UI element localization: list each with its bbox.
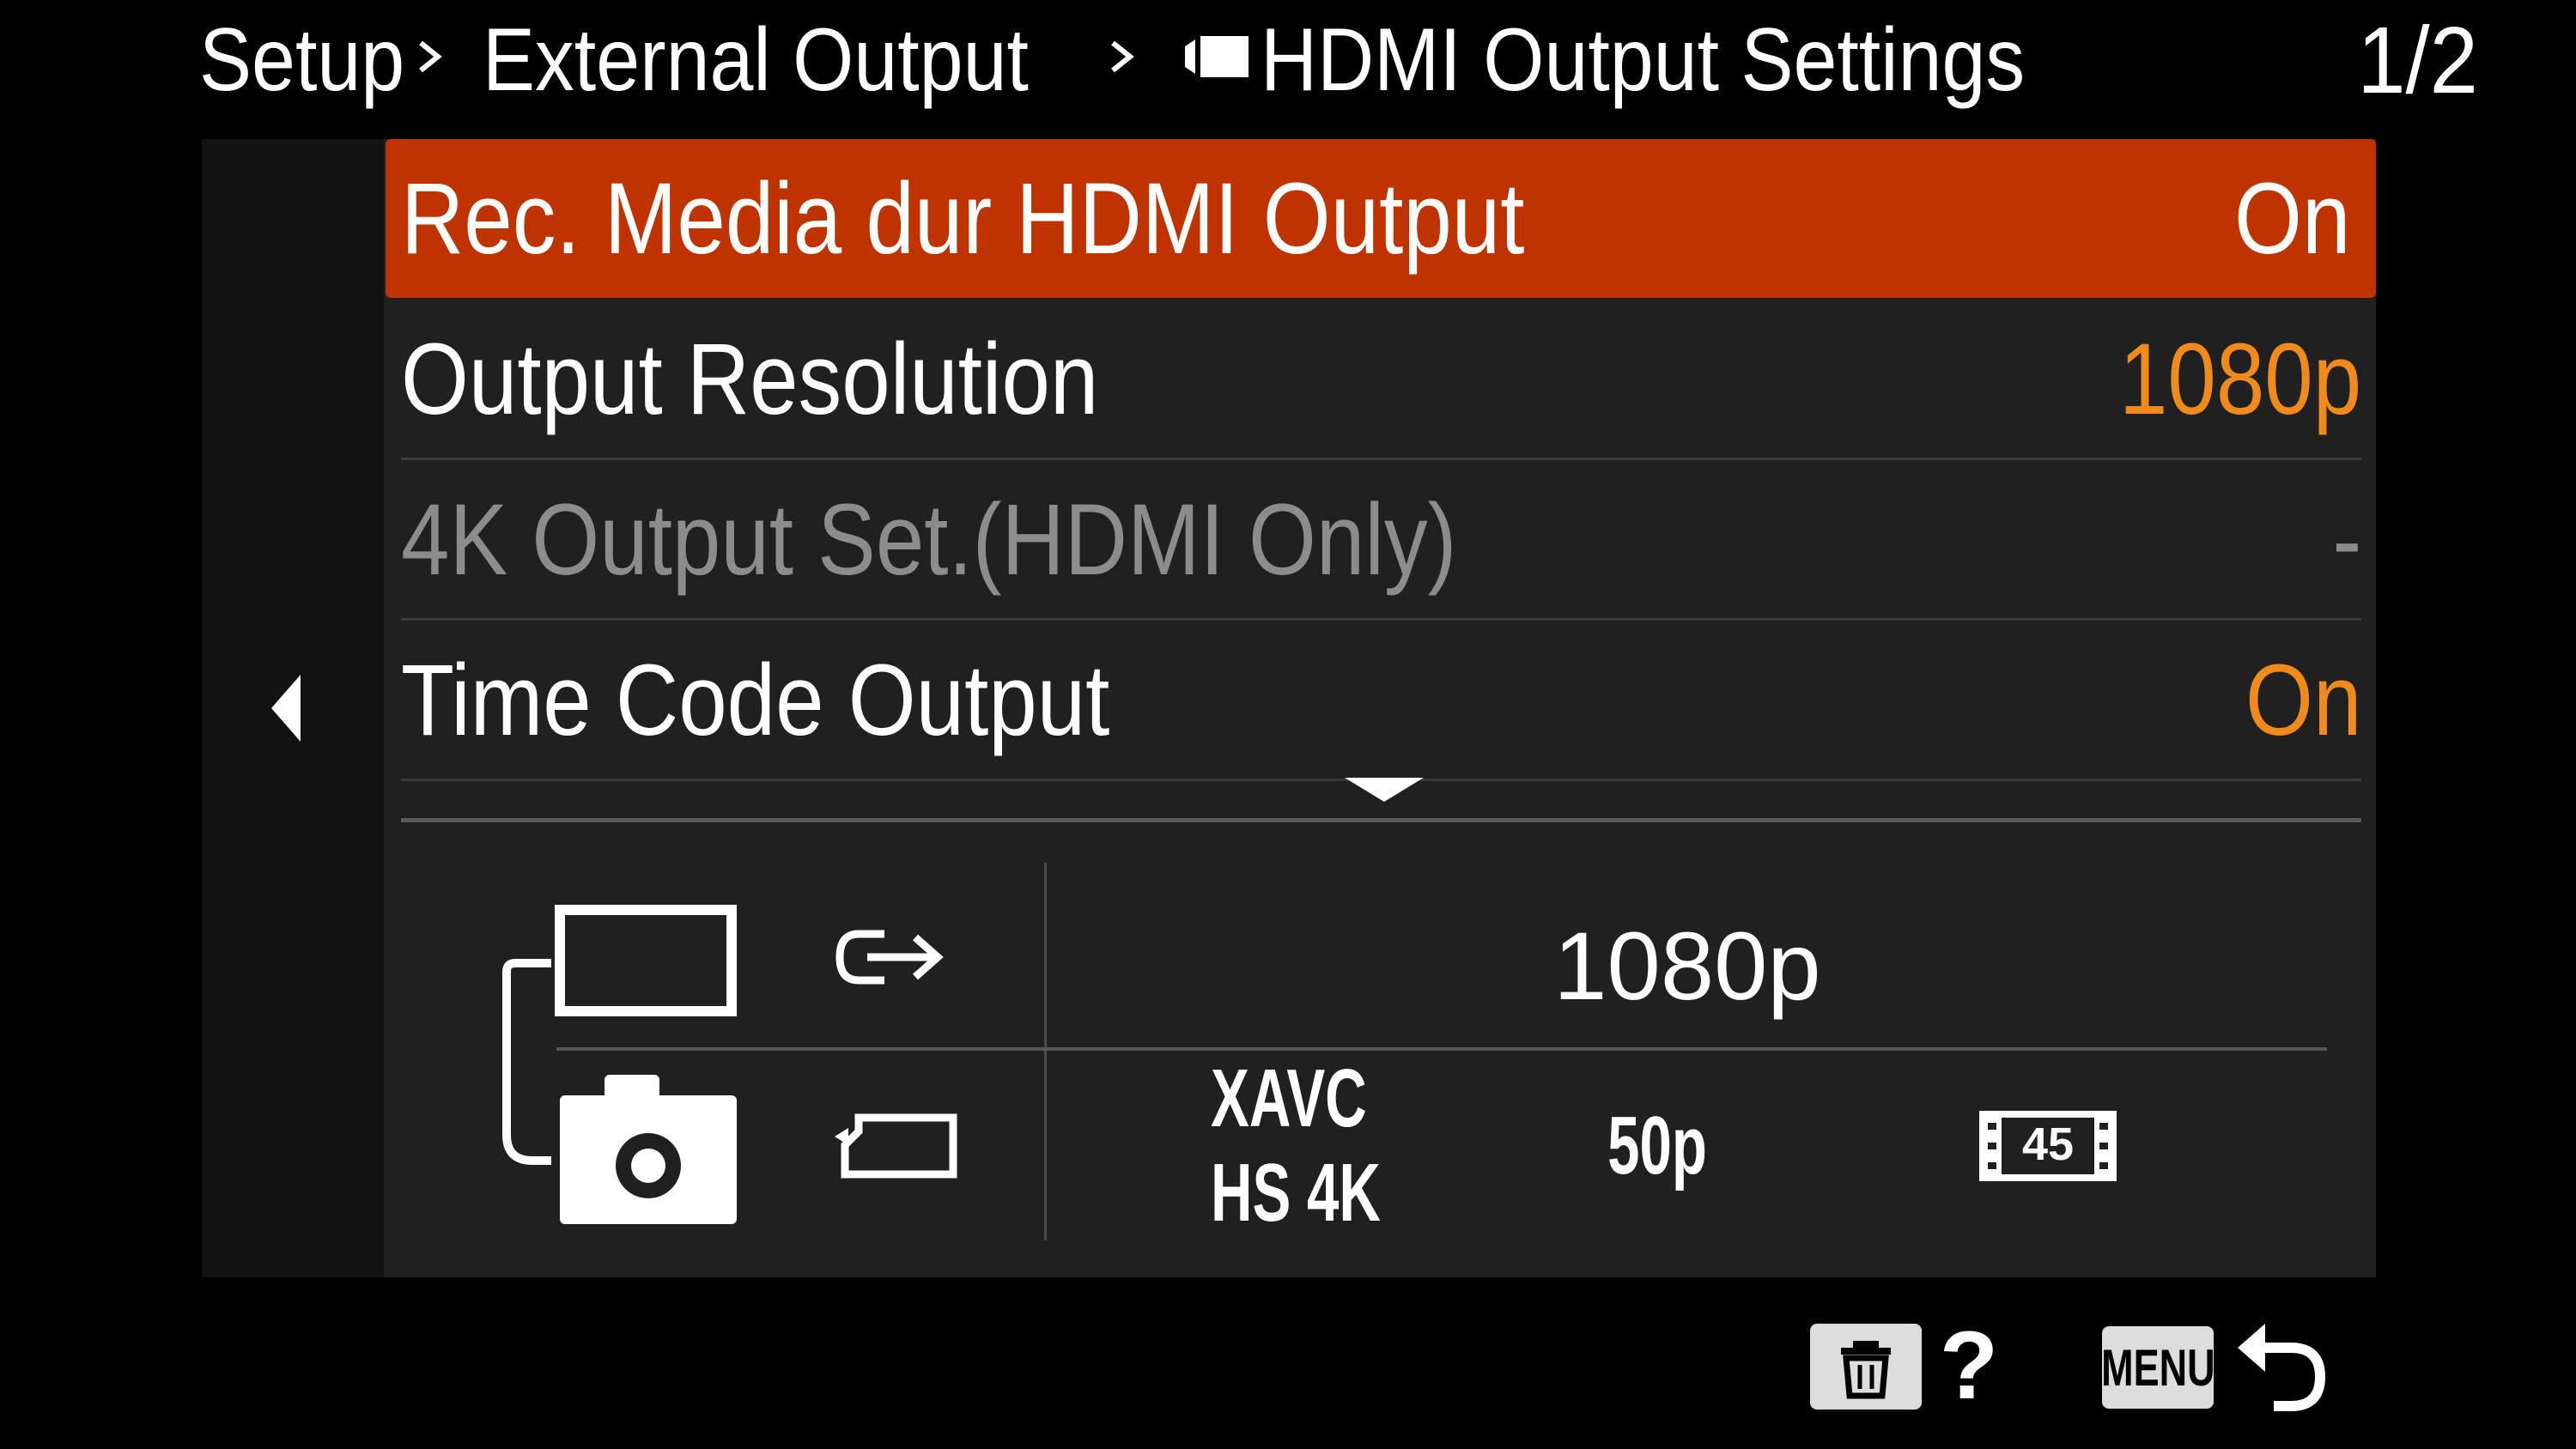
list-bottom-divider (401, 818, 2361, 822)
camera-icon (560, 1075, 737, 1224)
menu-item-label: Rec. Media dur HDMI Output (401, 161, 1525, 276)
menu-item-label: 4K Output Set.(HDMI Only) (401, 482, 1457, 597)
info-divider-vertical (1044, 863, 1047, 1240)
menu-button-label: MENU (2100, 1338, 2215, 1397)
help-icon[interactable]: ? (1939, 1312, 1999, 1419)
left-triangle-icon[interactable] (266, 670, 309, 747)
movie-mode-icon (1183, 33, 1252, 81)
trash-icon[interactable] (1810, 1324, 1922, 1410)
breadcrumb-external-output: External Output (483, 9, 1029, 110)
menu-item-value: - (2332, 482, 2361, 597)
memory-card-icon (833, 1107, 962, 1185)
menu-item-value: On (2233, 161, 2350, 276)
output-resolution-display: 1080p (1553, 912, 1821, 1020)
menu-item-output-resolution[interactable]: Output Resolution 1080p (401, 300, 2361, 460)
menu-item-label: Time Code Output (401, 643, 1110, 757)
frame-rate: 50p (1607, 1100, 1707, 1191)
menu-item-time-code-output[interactable]: Time Code Output On (401, 621, 2361, 781)
breadcrumb-setup: Setup (199, 9, 405, 110)
info-divider-horizontal (556, 1047, 2327, 1051)
bitrate-badge-icon: 45 (1979, 1107, 2117, 1185)
menu-item-value: On (2245, 643, 2361, 757)
menu-item-value: 1080p (2118, 322, 2361, 436)
breadcrumb-separator-icon (1108, 31, 1139, 82)
menu-item-label: Output Resolution (401, 322, 1099, 436)
hdmi-output-icon (833, 919, 953, 996)
menu-item-rec-media-dur-hdmi-output[interactable]: Rec. Media dur HDMI Output On (386, 139, 2376, 298)
bitrate-badge-text: 45 (2022, 1119, 2074, 1170)
connection-diagram (498, 901, 756, 1228)
recording-format: XAVC HS 4K (1211, 1052, 1381, 1239)
page-indicator: 1/2 (2357, 7, 2478, 113)
page-title: HDMI Output Settings (1261, 9, 2026, 110)
down-triangle-icon[interactable] (1341, 774, 1427, 805)
breadcrumb-separator-icon (416, 31, 447, 82)
menu-item-4k-output-set: 4K Output Set.(HDMI Only) - (401, 460, 2361, 621)
return-arrow-icon[interactable] (2231, 1313, 2334, 1416)
menu-button[interactable]: MENU (2100, 1326, 2215, 1409)
